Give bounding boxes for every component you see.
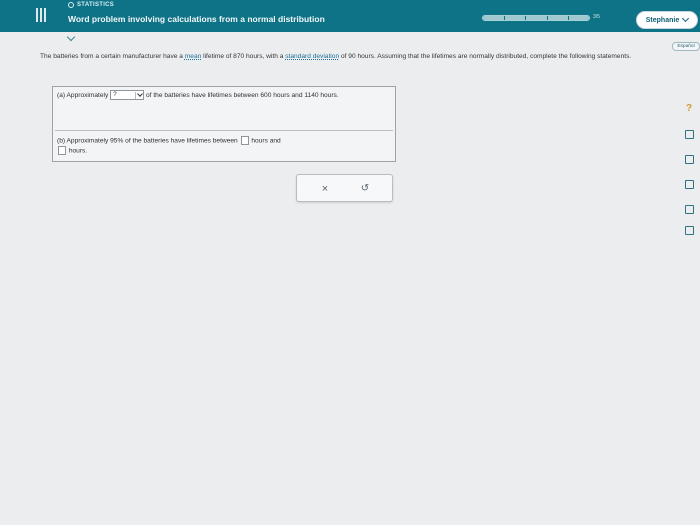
- action-panel: × ↺: [296, 174, 393, 202]
- progress-divider: [567, 16, 569, 20]
- problem-statement: The batteries from a certain manufacture…: [40, 52, 660, 61]
- clear-button[interactable]: ×: [317, 181, 333, 197]
- menu-icon[interactable]: [36, 8, 46, 22]
- mean-link[interactable]: mean: [185, 53, 202, 60]
- progress-bar: [482, 15, 590, 21]
- problem-text-2: lifetime of 870 hours, with a: [201, 53, 286, 60]
- user-name: Stephanie: [645, 16, 680, 24]
- part-a-suffix: of the batteries have lifetimes between …: [146, 91, 339, 99]
- part-b-prefix: (b) Approximately 95% of the batteries h…: [57, 137, 238, 145]
- top-header: STATISTICS Word problem involving calcul…: [0, 0, 700, 32]
- category-text: STATISTICS: [77, 2, 115, 8]
- calculator-icon[interactable]: [683, 128, 695, 140]
- divider: [55, 130, 393, 131]
- part-a-prefix: (a) Approximately: [57, 91, 109, 99]
- user-menu-button[interactable]: Stephanie: [636, 11, 698, 29]
- progress-divider: [546, 16, 548, 20]
- data-table-icon[interactable]: [683, 178, 695, 190]
- problem-text-1: The batteries from a certain manufacture…: [40, 53, 185, 60]
- lower-hours-input[interactable]: [240, 136, 249, 145]
- chevron-down-icon: [682, 14, 690, 23]
- part-b: (b) Approximately 95% of the batteries h…: [57, 136, 391, 157]
- language-button[interactable]: Español: [672, 42, 700, 51]
- upper-hours-input[interactable]: [58, 146, 66, 156]
- mail-icon[interactable]: [683, 224, 695, 236]
- part-a: (a) Approximately ? of the batteries hav…: [57, 90, 391, 101]
- progress-label: 3/5: [593, 14, 600, 20]
- category-label: STATISTICS: [68, 2, 114, 8]
- chevron-down-icon: [135, 92, 143, 99]
- progress-divider: [504, 16, 506, 20]
- problem-text-3: of 90 hours. Assuming that the lifetimes…: [339, 53, 632, 60]
- progress-fill: [483, 16, 589, 20]
- percent-select[interactable]: ?: [110, 90, 145, 100]
- answer-box: (a) Approximately ? of the batteries hav…: [52, 86, 396, 162]
- help-icon[interactable]: ?: [683, 103, 695, 115]
- book-icon[interactable]: [683, 203, 695, 215]
- part-b-suffix: hours.: [68, 147, 88, 155]
- collapse-chevron-icon[interactable]: [66, 34, 76, 42]
- standard-deviation-link[interactable]: standard deviation: [285, 53, 339, 60]
- percent-select-value: ?: [113, 91, 117, 98]
- category-dot-icon: [68, 2, 74, 8]
- video-icon[interactable]: [683, 153, 695, 165]
- part-b-middle: hours and: [251, 137, 281, 145]
- page-title: Word problem involving calculations from…: [68, 14, 325, 24]
- progress-divider: [525, 16, 527, 20]
- undo-button[interactable]: ↺: [357, 181, 373, 197]
